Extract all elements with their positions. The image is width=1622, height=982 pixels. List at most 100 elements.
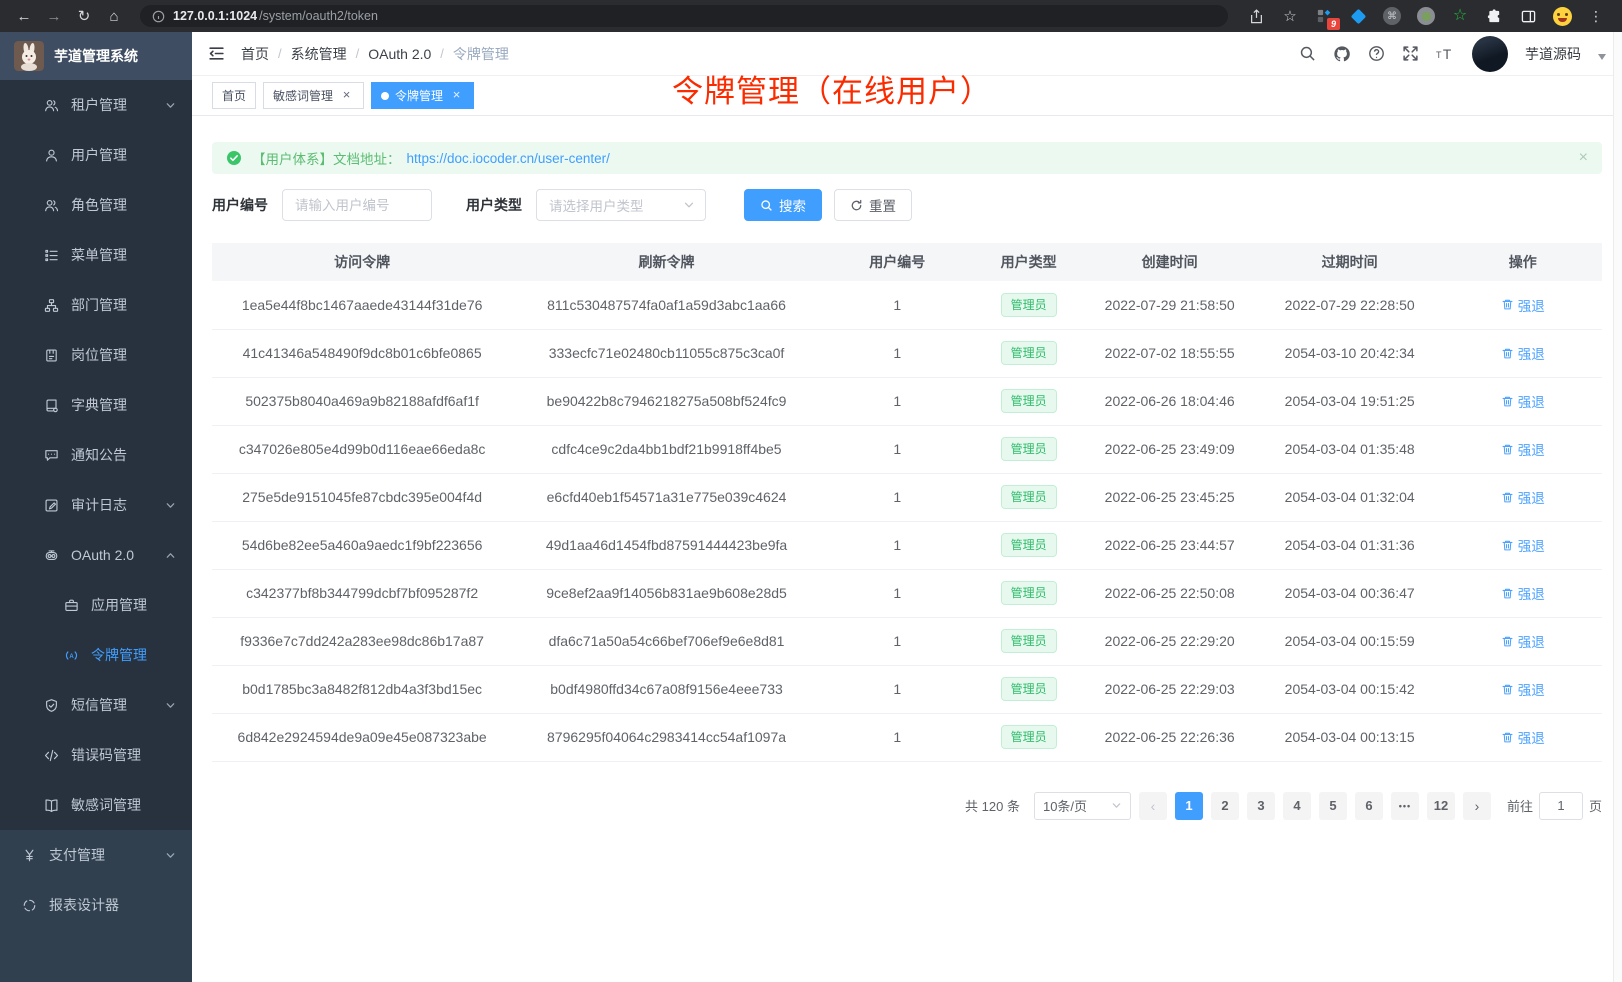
tab-close-icon[interactable]: × xyxy=(339,88,354,103)
browser-forward-button[interactable]: → xyxy=(40,3,68,29)
share-icon[interactable] xyxy=(1246,6,1266,26)
site-info-icon[interactable] xyxy=(152,10,165,23)
puzzle-extension-icon[interactable] xyxy=(1484,6,1504,26)
created-at-cell: 2022-06-25 22:26:36 xyxy=(1084,713,1256,761)
view-tab-令牌管理[interactable]: 令牌管理 × xyxy=(371,82,474,109)
force-logout-button[interactable]: 强退 xyxy=(1501,343,1545,363)
search-icon[interactable] xyxy=(1299,45,1316,62)
sidebar-fold-icon[interactable] xyxy=(208,45,225,62)
page-ellipsis-button[interactable]: ••• xyxy=(1391,792,1419,820)
created-at-cell: 2022-06-25 22:29:20 xyxy=(1084,617,1256,665)
browser-reload-button[interactable]: ↻ xyxy=(70,3,98,29)
browser-home-button[interactable]: ⌂ xyxy=(100,3,128,29)
github-icon[interactable] xyxy=(1333,45,1351,63)
sidebar-item-report[interactable]: 报表设计器 xyxy=(0,880,192,930)
search-button[interactable]: 搜索 xyxy=(744,189,822,221)
force-logout-button[interactable]: 强退 xyxy=(1501,535,1545,555)
force-logout-button[interactable]: 强退 xyxy=(1501,439,1545,459)
next-page-button[interactable]: › xyxy=(1463,792,1491,820)
sidebar-item-label: 通知公告 xyxy=(71,445,127,465)
bookmark-star-icon[interactable]: ☆ xyxy=(1280,6,1300,26)
username[interactable]: 芋道源码 xyxy=(1525,44,1581,64)
sidebar-item-dict[interactable]: 字典管理 xyxy=(0,380,192,430)
sidebar-item-tenant[interactable]: 租户管理 xyxy=(0,80,192,130)
pay-icon xyxy=(22,848,37,863)
page-button-12[interactable]: 12 xyxy=(1427,792,1455,820)
star-extension-icon[interactable]: ☆ xyxy=(1450,6,1470,26)
force-logout-button[interactable]: 强退 xyxy=(1501,727,1545,747)
force-logout-button[interactable]: 强退 xyxy=(1501,391,1545,411)
prev-page-button[interactable]: ‹ xyxy=(1139,792,1167,820)
user-id-cell: 1 xyxy=(821,665,974,713)
profile-avatar-icon[interactable] xyxy=(1552,6,1572,26)
page-button-3[interactable]: 3 xyxy=(1247,792,1275,820)
page-button-1[interactable]: 1 xyxy=(1175,792,1203,820)
breadcrumb-system[interactable]: 系统管理 xyxy=(291,44,347,64)
command-extension-icon[interactable]: ⌘ xyxy=(1382,6,1402,26)
access-token-cell: b0d1785bc3a8482f812db4a3f3bd15ec xyxy=(212,665,512,713)
sidebar-item-label: 应用管理 xyxy=(91,595,147,615)
record-extension-icon[interactable] xyxy=(1416,6,1436,26)
chevron-down-icon xyxy=(1111,800,1122,811)
user-type-cell: 管理员 xyxy=(974,521,1084,569)
side-panel-icon[interactable] xyxy=(1518,6,1538,26)
sidebar-item-errcode[interactable]: 错误码管理 xyxy=(0,730,192,780)
goto-page-input[interactable] xyxy=(1539,792,1583,820)
extension-grid-icon[interactable]: 9 xyxy=(1314,6,1334,26)
sidebar-item-audit[interactable]: 审计日志 xyxy=(0,480,192,530)
sidebar-item-post[interactable]: 岗位管理 xyxy=(0,330,192,380)
force-logout-button[interactable]: 强退 xyxy=(1501,487,1545,507)
alert-close-icon[interactable]: × xyxy=(1579,149,1588,167)
page-scrollbar[interactable] xyxy=(1613,32,1622,982)
address-bar[interactable]: 127.0.0.1:1024/system/oauth2/token xyxy=(140,5,1228,27)
browser-menu-icon[interactable]: ⋮ xyxy=(1586,6,1606,26)
alert-text: 【用户体系】文档地址： xyxy=(252,148,401,168)
token-table: 访问令牌刷新令牌用户编号用户类型创建时间过期时间操作 1ea5e44f8bc14… xyxy=(212,243,1602,762)
sidebar-item-dept[interactable]: 部门管理 xyxy=(0,280,192,330)
breadcrumb-oauth2[interactable]: OAuth 2.0 xyxy=(368,46,431,62)
fullscreen-icon[interactable] xyxy=(1402,45,1419,62)
force-logout-button[interactable]: 强退 xyxy=(1501,679,1545,699)
breadcrumb-home[interactable]: 首页 xyxy=(241,44,269,64)
column-header: 用户类型 xyxy=(974,243,1084,281)
chevron-icon xyxy=(165,700,176,711)
success-check-icon xyxy=(226,150,242,166)
help-icon[interactable] xyxy=(1368,45,1385,62)
browser-back-button[interactable]: ← xyxy=(10,3,38,29)
sidebar-item-pay[interactable]: 支付管理 xyxy=(0,830,192,880)
column-header: 创建时间 xyxy=(1084,243,1256,281)
sidebar-item-notice[interactable]: 通知公告 xyxy=(0,430,192,480)
page-size-select[interactable]: 10条/页 xyxy=(1034,792,1131,820)
page-button-4[interactable]: 4 xyxy=(1283,792,1311,820)
view-tab-首页[interactable]: 首页 xyxy=(212,82,256,109)
sidebar-item-sensitive[interactable]: 敏感词管理 xyxy=(0,780,192,830)
user-avatar[interactable] xyxy=(1472,36,1508,72)
page-button-5[interactable]: 5 xyxy=(1319,792,1347,820)
sidebar-item-oauth2[interactable]: OAuth 2.0 xyxy=(0,530,192,580)
sidebar-item-user[interactable]: 用户管理 xyxy=(0,130,192,180)
user-menu-caret-icon[interactable] xyxy=(1598,54,1606,60)
reset-button[interactable]: 重置 xyxy=(834,189,912,221)
page-button-2[interactable]: 2 xyxy=(1211,792,1239,820)
tab-close-icon[interactable]: × xyxy=(449,88,464,103)
sidebar: 芋道管理系统 租户管理 用户管理 角色管理 菜单管理 部门管理 岗位管理 字典管… xyxy=(0,32,192,982)
sidebar-item-menu[interactable]: 菜单管理 xyxy=(0,230,192,280)
force-logout-button[interactable]: 强退 xyxy=(1501,295,1545,315)
user-type-badge: 管理员 xyxy=(1001,341,1057,365)
font-size-icon[interactable]: TT xyxy=(1436,45,1455,62)
gem-extension-icon[interactable] xyxy=(1348,6,1368,26)
force-logout-button[interactable]: 强退 xyxy=(1501,631,1545,651)
doc-link[interactable]: https://doc.iocoder.cn/user-center/ xyxy=(407,151,610,166)
user-id-input[interactable] xyxy=(282,189,432,221)
user-type-select[interactable]: 请选择用户类型 xyxy=(536,189,706,221)
sidebar-item-oauth2-token[interactable]: A 令牌管理 xyxy=(0,630,192,680)
action-cell: 强退 xyxy=(1444,473,1603,521)
app-logo[interactable]: 芋道管理系统 xyxy=(0,32,192,80)
page-button-6[interactable]: 6 xyxy=(1355,792,1383,820)
sidebar-item-sms[interactable]: 短信管理 xyxy=(0,680,192,730)
access-token-cell: 275e5de9151045fe87cbdc395e004f4d xyxy=(212,473,512,521)
sidebar-item-role[interactable]: 角色管理 xyxy=(0,180,192,230)
view-tab-敏感词管理[interactable]: 敏感词管理 × xyxy=(263,82,364,109)
sidebar-item-oauth2-app[interactable]: 应用管理 xyxy=(0,580,192,630)
force-logout-button[interactable]: 强退 xyxy=(1501,583,1545,603)
